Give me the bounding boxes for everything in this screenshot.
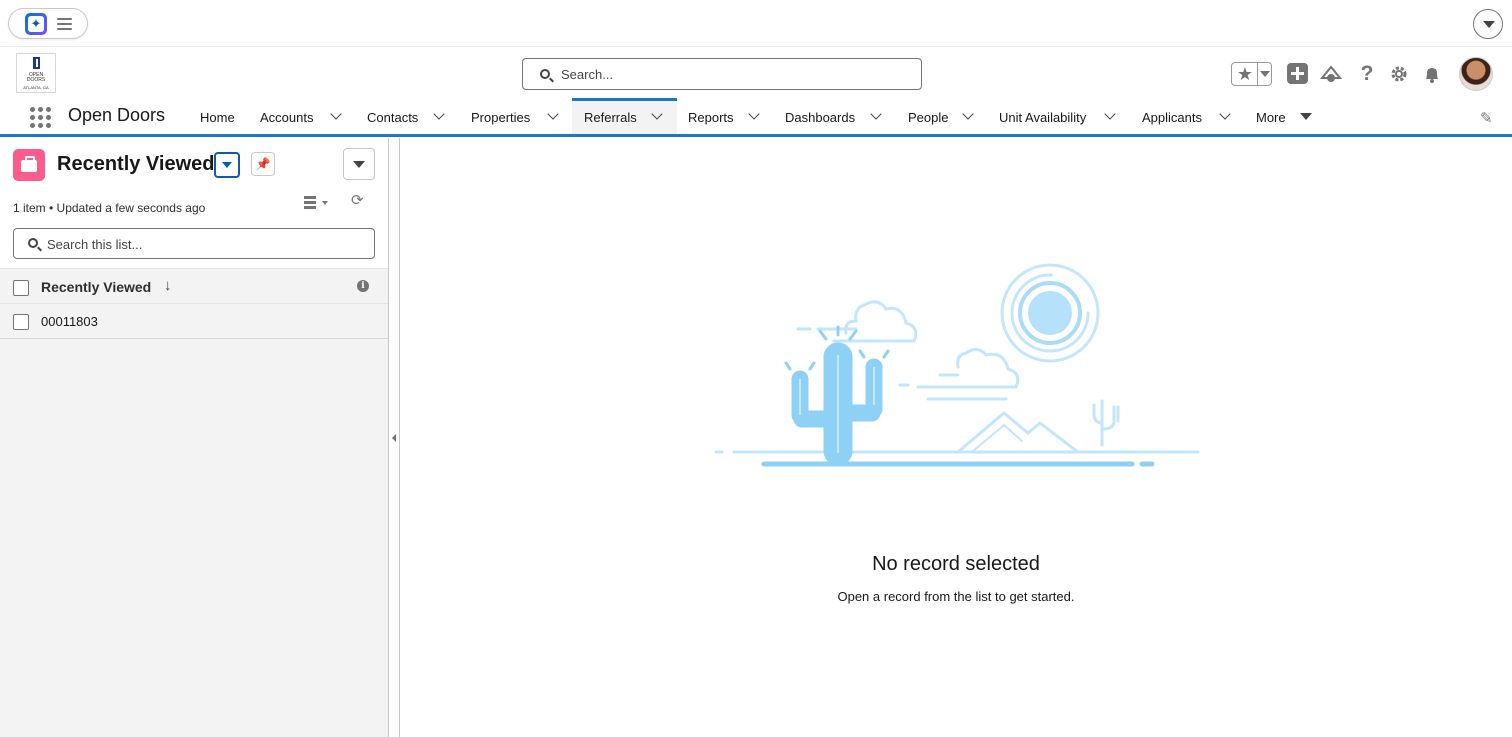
org-logo[interactable]: OPEN DOORS ATLANTA, GA — [16, 53, 56, 93]
setup-gear-icon[interactable] — [1388, 63, 1410, 85]
app-launcher-icon[interactable] — [30, 107, 52, 129]
chevron-down-icon[interactable] — [651, 108, 663, 120]
tab-people[interactable]: People — [900, 98, 990, 134]
tab-unit-availability[interactable]: Unit Availability — [991, 98, 1126, 134]
row-checkbox[interactable] — [13, 314, 29, 330]
list-view-controls-button[interactable] — [343, 148, 375, 180]
pin-list-view-button[interactable]: 📌 — [251, 152, 275, 176]
agentforce-toggle-button[interactable]: ✦ — [8, 8, 88, 39]
info-icon[interactable]: i — [357, 280, 369, 292]
list-view-picker-button[interactable] — [214, 152, 240, 178]
global-actions-plus-icon[interactable] — [1287, 63, 1308, 84]
chevron-down-icon[interactable] — [433, 108, 445, 120]
chevron-down-icon[interactable] — [870, 108, 882, 120]
chevron-down-icon[interactable] — [1219, 108, 1231, 120]
user-avatar[interactable] — [1459, 57, 1493, 91]
panel-splitter[interactable] — [389, 138, 400, 737]
display-as-button[interactable] — [304, 196, 330, 210]
column-header-recently-viewed[interactable]: Recently Viewed — [41, 279, 151, 295]
list-search-input[interactable]: Search this list... — [13, 228, 375, 259]
favorites-button[interactable]: ★ — [1231, 62, 1272, 86]
pin-icon: 📌 — [255, 157, 271, 171]
referral-object-icon — [13, 149, 45, 181]
tab-dashboards[interactable]: Dashboards — [777, 98, 895, 134]
tab-reports[interactable]: Reports — [680, 98, 776, 134]
tab-home[interactable]: Home — [192, 98, 244, 134]
global-search-input[interactable]: Search... — [522, 58, 922, 90]
empty-state-title: No record selected — [872, 553, 1040, 575]
list-view-header: Recently Viewed 📌 ⟳ 1 item • Updated a f… — [0, 138, 388, 269]
chevron-down-icon[interactable] — [748, 108, 760, 120]
chevron-down-icon[interactable] — [1104, 108, 1116, 120]
tab-applicants[interactable]: Applicants — [1134, 98, 1244, 134]
app-navigation-bar: Open Doors Home Accounts Contacts Proper… — [0, 98, 1512, 137]
notifications-bell-icon[interactable] — [1421, 63, 1443, 85]
list-view-status: 1 item • Updated a few seconds ago — [13, 201, 206, 215]
tab-properties[interactable]: Properties — [463, 98, 569, 134]
caret-down-icon[interactable] — [1300, 113, 1312, 120]
app-name: Open Doors — [68, 105, 166, 125]
list-view-title: Recently Viewed — [57, 153, 215, 175]
sort-arrow-icon[interactable]: ↓ — [164, 277, 172, 294]
search-icon — [540, 69, 550, 79]
menu-icon — [57, 18, 72, 33]
global-search-placeholder: Search... — [561, 67, 614, 82]
column-header-row: Recently Viewed ↓ i — [0, 269, 388, 304]
tab-more[interactable]: More — [1248, 98, 1318, 134]
window-dropdown-button[interactable] — [1473, 9, 1503, 39]
refresh-icon[interactable]: ⟳ — [351, 191, 364, 209]
list-item[interactable]: 00011803 — [0, 304, 388, 339]
chevron-down-icon[interactable] — [962, 108, 974, 120]
empty-state-subtitle: Open a record from the list to get start… — [837, 589, 1075, 604]
list-search-placeholder: Search this list... — [47, 237, 143, 252]
favorites-dropdown-icon[interactable] — [1260, 71, 1270, 77]
tab-accounts[interactable]: Accounts — [252, 98, 350, 134]
global-header: OPEN DOORS ATLANTA, GA Search... ★ ? — [0, 46, 1512, 98]
favorites-star-icon: ★ — [1236, 64, 1254, 84]
tab-referrals[interactable]: Referrals — [572, 98, 677, 134]
desert-empty-state-illustration — [714, 263, 1200, 467]
help-icon[interactable]: ? — [1356, 63, 1378, 85]
select-all-checkbox[interactable] — [13, 280, 29, 296]
agentforce-icon: ✦ — [25, 13, 47, 35]
record-number[interactable]: 00011803 — [41, 314, 98, 329]
trailhead-icon[interactable] — [1319, 63, 1343, 85]
chevron-down-icon[interactable] — [547, 108, 559, 120]
list-view-panel: Recently Viewed 📌 ⟳ 1 item • Updated a f… — [0, 138, 389, 737]
edit-nav-pencil-icon[interactable]: ✎ — [1480, 109, 1493, 127]
chevron-down-icon[interactable] — [330, 108, 342, 120]
top-strip: ✦ — [0, 0, 1512, 46]
search-icon — [28, 238, 38, 248]
tab-contacts[interactable]: Contacts — [359, 98, 455, 134]
